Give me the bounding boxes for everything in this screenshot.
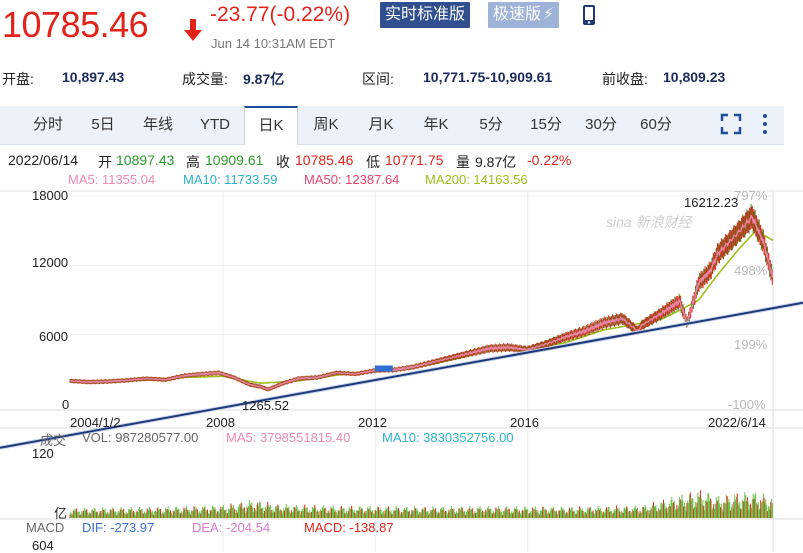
y-right-tick-797: 797% bbox=[734, 188, 768, 203]
x-tick-2016: 2016 bbox=[510, 415, 539, 430]
volume-ma5-readout: MA5: 3798551815.40 bbox=[226, 430, 351, 445]
y-tick-6000: 6000 bbox=[39, 329, 68, 344]
x-tick-2012: 2012 bbox=[358, 415, 387, 430]
macd-value-readout: MACD: -138.87 bbox=[304, 520, 394, 535]
y-right-tick-neg100: -100% bbox=[728, 397, 766, 412]
volume-readout: VOL: 987280577.00 bbox=[82, 430, 199, 445]
macd-y-tick-604: 604 bbox=[32, 538, 54, 553]
macd-dea-readout: DEA: -204.54 bbox=[192, 520, 271, 535]
x-tick-2008: 2008 bbox=[206, 415, 235, 430]
x-tick-2022: 2022/6/14 bbox=[708, 415, 766, 430]
trend-handle bbox=[374, 365, 393, 372]
y-right-tick-199: 199% bbox=[734, 337, 768, 352]
y-tick-0: 0 bbox=[62, 397, 70, 412]
x-tick-2004: 2004/1/2 bbox=[70, 415, 121, 430]
sina-watermark: sina 新浪财经 bbox=[606, 214, 692, 230]
volume-y-tick-120: 120 bbox=[32, 446, 54, 461]
y-tick-18000: 18000 bbox=[32, 188, 69, 203]
y-tick-12000: 12000 bbox=[32, 255, 69, 270]
macd-dif-readout: DIF: -273.97 bbox=[82, 520, 155, 535]
price-chart[interactable] bbox=[0, 0, 803, 552]
y-right-tick-498: 498% bbox=[734, 263, 768, 278]
macd-panel-label: MACD bbox=[26, 520, 65, 535]
volume-ma10-readout: MA10: 3830352756.00 bbox=[382, 430, 514, 445]
high-annotation: 16212.23 bbox=[684, 195, 739, 210]
low-annotation: 1265.52 bbox=[242, 398, 289, 413]
